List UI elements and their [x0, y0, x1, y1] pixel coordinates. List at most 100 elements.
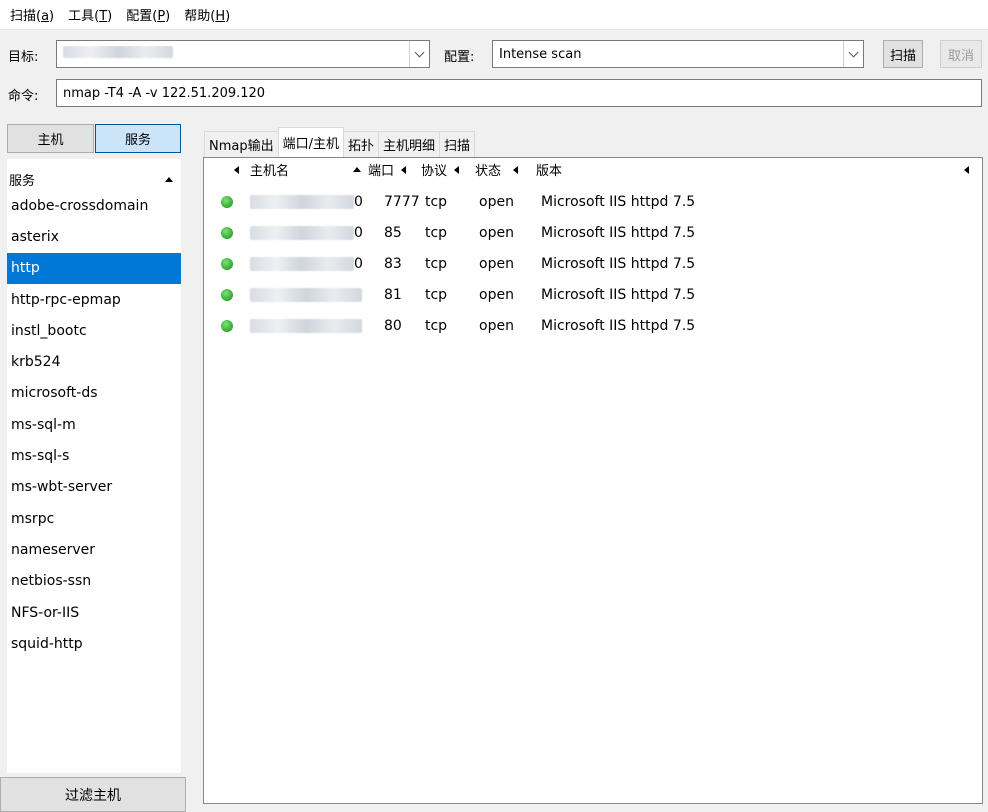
column-arrow-icon [454, 165, 460, 174]
hostname-redacted [250, 318, 362, 333]
status-open-icon [221, 289, 233, 301]
tab-ports-hosts[interactable]: 端口/主机 [277, 127, 344, 157]
table-row[interactable]: 0 7777 tcp open Microsoft IIS httpd 7.5 [204, 186, 982, 217]
port-cell: 80 [384, 317, 402, 334]
service-item-selected[interactable]: http [7, 252, 181, 284]
table-header: 主机名 端口 协议 状态 版本 [204, 158, 982, 181]
hostname-redacted [250, 256, 354, 271]
menu-tools[interactable]: 工具(T) [68, 5, 112, 24]
service-item[interactable]: http-rpc-epmap [7, 284, 181, 315]
port-column-header[interactable]: 端口 [368, 158, 407, 181]
profile-combobox[interactable]: Intense scan [492, 40, 864, 68]
service-item[interactable]: instl_bootc [7, 315, 181, 346]
port-cell: 85 [384, 224, 402, 241]
status-open-icon [221, 258, 233, 270]
protocol-cell: tcp [425, 255, 448, 272]
chevron-down-icon [848, 47, 859, 57]
service-item[interactable]: msrpc [7, 503, 181, 534]
menu-help[interactable]: 帮助(H) [184, 5, 230, 24]
tab-topology[interactable]: 拓扑 [343, 131, 380, 157]
state-cell: open [479, 193, 514, 210]
hostname-cell [250, 310, 366, 341]
state-column-header[interactable]: 状态 [475, 158, 519, 181]
version-column-header[interactable]: 版本 [536, 158, 562, 181]
hostname-suffix: 0 [354, 255, 363, 272]
sort-ascending-icon [165, 176, 173, 182]
protocol-column-header[interactable]: 协议 [421, 158, 460, 181]
hostname-suffix: 0 [354, 193, 363, 210]
protocol-cell: tcp [425, 317, 448, 334]
status-open-icon [221, 227, 233, 239]
table-row[interactable]: 81 tcp open Microsoft IIS httpd 7.5 [204, 279, 982, 310]
state-cell: open [479, 224, 514, 241]
service-item[interactable]: adobe-crossdomain [7, 190, 181, 221]
port-cell: 81 [384, 286, 402, 303]
hostname-column-header[interactable]: 主机名 [250, 158, 289, 181]
profile-label: 配置: [444, 50, 475, 65]
services-column-header[interactable]: 服务 [7, 168, 181, 190]
hostname-redacted [250, 194, 354, 209]
status-open-icon [221, 196, 233, 208]
version-header-label: 版本 [536, 164, 563, 179]
state-cell: open [479, 286, 514, 303]
menu-bar: 扫描(a) 工具(T) 配置(P) 帮助(H) [0, 0, 988, 30]
filter-hosts-button[interactable]: 过滤主机 [0, 777, 186, 812]
protocol-cell: tcp [425, 224, 448, 241]
service-item[interactable]: squid-http [7, 628, 181, 659]
service-item[interactable]: ms-wbt-server [7, 472, 181, 503]
protocol-header-label: 协议 [421, 164, 448, 179]
tab-scans[interactable]: 扫描 [439, 131, 476, 157]
hostname-cell: 0 [250, 186, 366, 217]
services-toggle-button[interactable]: 服务 [95, 124, 181, 153]
ports-table: 主机名 端口 协议 状态 版本 0 7777 tcp open Microsof… [203, 157, 983, 804]
hostname-redacted [250, 225, 354, 240]
version-cell: Microsoft IIS httpd 7.5 [541, 255, 696, 272]
column-arrow-icon [964, 158, 969, 181]
service-item[interactable]: ms-sql-s [7, 440, 181, 471]
menu-profile[interactable]: 配置(P) [126, 5, 170, 24]
status-column-header[interactable] [234, 158, 239, 181]
profile-dropdown-arrow[interactable] [843, 41, 863, 67]
cancel-button[interactable]: 取消 [940, 40, 982, 68]
service-item[interactable]: asterix [7, 221, 181, 252]
chevron-down-icon [414, 47, 425, 57]
command-label: 命令: [8, 89, 39, 104]
command-input[interactable]: nmap -T4 -A -v 122.51.209.120 [56, 79, 982, 107]
hostname-redacted [250, 287, 362, 302]
menu-scan[interactable]: 扫描(a) [10, 5, 54, 24]
version-cell: Microsoft IIS httpd 7.5 [541, 193, 696, 210]
protocol-cell: tcp [425, 286, 448, 303]
version-cell: Microsoft IIS httpd 7.5 [541, 286, 696, 303]
table-row[interactable]: 80 tcp open Microsoft IIS httpd 7.5 [204, 310, 982, 341]
hostname-cell [250, 279, 366, 310]
target-value-redacted [63, 46, 173, 58]
scan-button[interactable]: 扫描 [883, 40, 923, 68]
table-row[interactable]: 0 85 tcp open Microsoft IIS httpd 7.5 [204, 217, 982, 248]
state-cell: open [479, 317, 514, 334]
hosts-toggle-button[interactable]: 主机 [7, 124, 94, 153]
service-item[interactable]: NFS-or-IIS [7, 597, 181, 628]
service-item[interactable]: ms-sql-m [7, 409, 181, 440]
service-item[interactable]: netbios-ssn [7, 566, 181, 597]
column-arrow-icon [513, 165, 519, 174]
hostname-header-label: 主机名 [250, 164, 290, 179]
table-row[interactable]: 0 83 tcp open Microsoft IIS httpd 7.5 [204, 248, 982, 279]
results-tabs: Nmap输出 端口/主机 拓扑 主机明细 扫描 [204, 127, 476, 157]
status-open-icon [221, 320, 233, 332]
hostname-suffix: 0 [354, 224, 363, 241]
service-item[interactable]: nameserver [7, 534, 181, 565]
column-arrow-icon [234, 165, 239, 174]
target-dropdown-arrow[interactable] [409, 41, 429, 67]
profile-value[interactable]: Intense scan [493, 47, 843, 62]
hostname-cell: 0 [250, 217, 366, 248]
version-cell: Microsoft IIS httpd 7.5 [541, 317, 696, 334]
service-item[interactable]: microsoft-ds [7, 378, 181, 409]
services-panel: 服务 adobe-crossdomain asterix http http-r… [7, 159, 181, 773]
port-cell: 83 [384, 255, 402, 272]
target-value[interactable] [57, 46, 409, 62]
service-item[interactable]: krb524 [7, 346, 181, 377]
tab-nmap-output[interactable]: Nmap输出 [204, 131, 279, 157]
services-header-label: 服务 [9, 173, 36, 189]
target-combobox[interactable] [56, 40, 430, 68]
tab-host-details[interactable]: 主机明细 [378, 131, 441, 157]
